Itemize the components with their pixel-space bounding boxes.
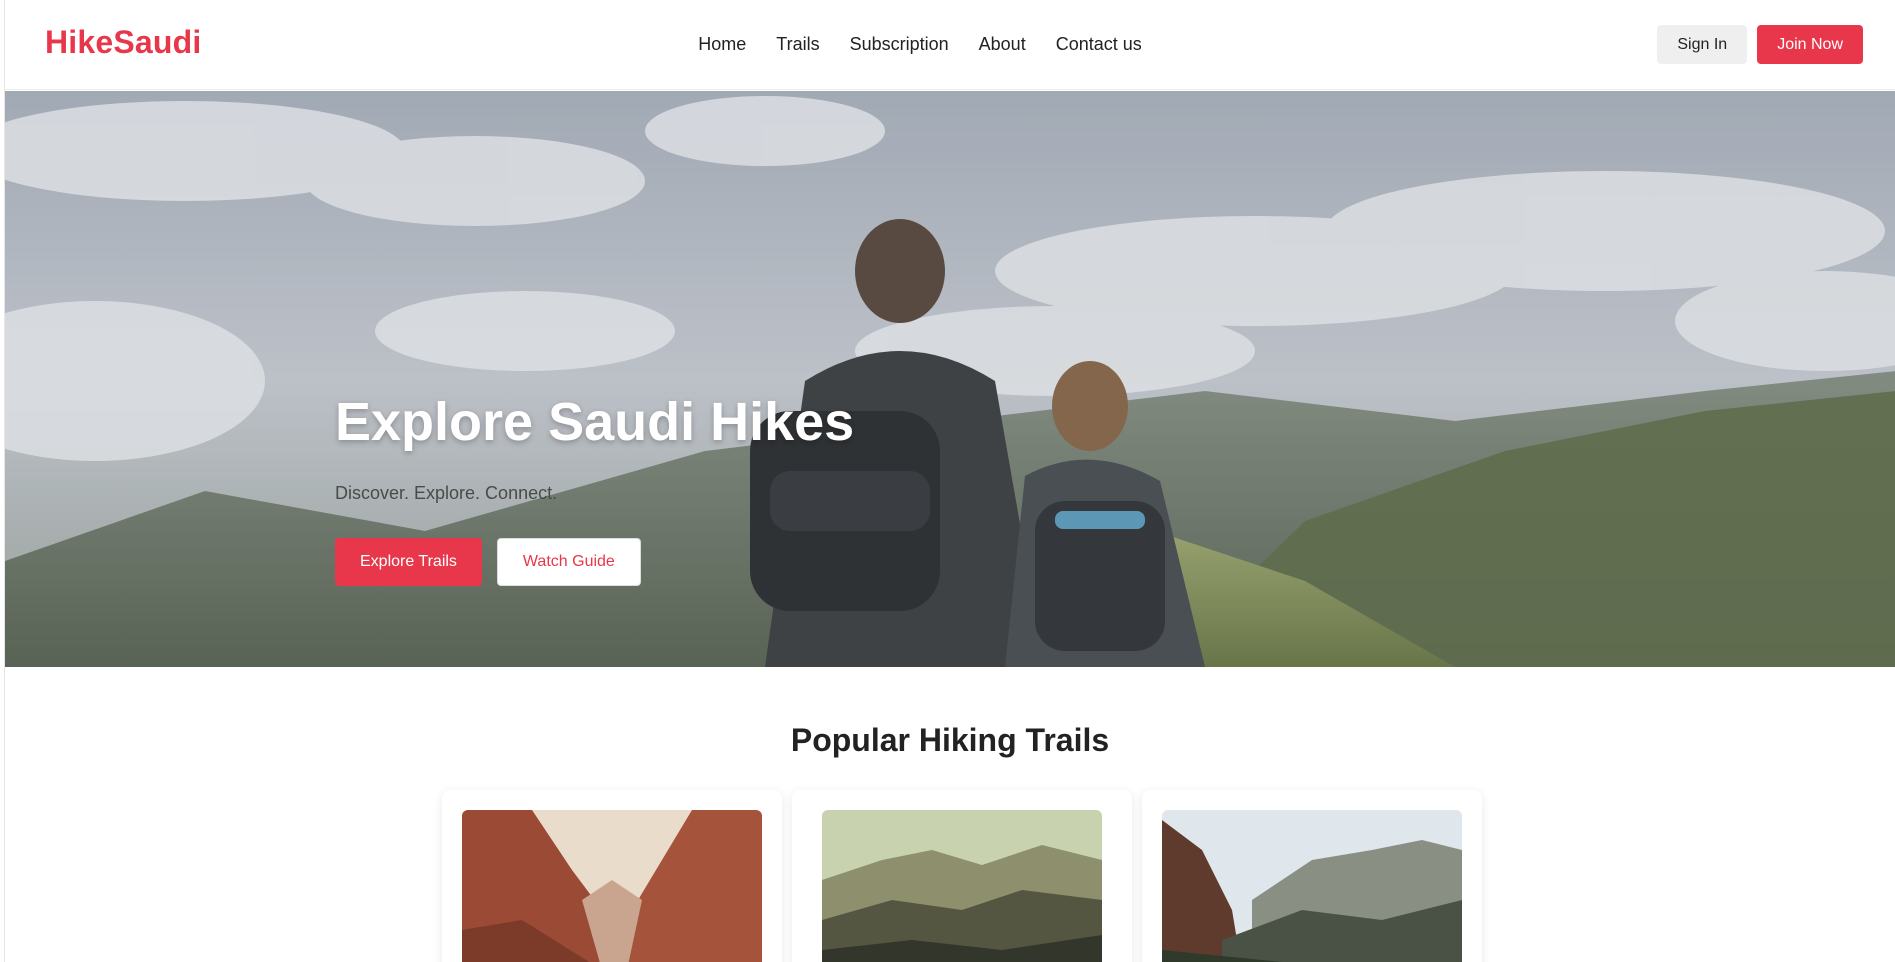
hero-buttons: Explore Trails Watch Guide [335, 538, 854, 586]
hero-title: Explore Saudi Hikes [335, 392, 855, 452]
nav-trails[interactable]: Trails [776, 34, 819, 55]
trail-image-valley [1162, 810, 1462, 962]
header-actions: Sign In Join Now [1657, 25, 1863, 64]
sign-in-button[interactable]: Sign In [1657, 25, 1748, 64]
nav-home[interactable]: Home [698, 34, 746, 55]
trail-card[interactable] [792, 790, 1132, 962]
trail-image-mountains [822, 810, 1102, 962]
hero-background-image [5, 91, 1895, 667]
nav-subscription[interactable]: Subscription [850, 34, 949, 55]
nav-about[interactable]: About [979, 34, 1026, 55]
explore-trails-button[interactable]: Explore Trails [335, 538, 482, 586]
page: HikeSaudi Home Trails Subscription About… [4, 0, 1895, 962]
trail-card[interactable] [442, 790, 782, 962]
trail-card[interactable] [1142, 790, 1482, 962]
main-nav: Home Trails Subscription About Contact u… [5, 34, 1895, 55]
hero-content: Explore Saudi Hikes Discover. Explore. C… [335, 391, 854, 586]
trail-cards [442, 790, 1482, 962]
hero-section: Explore Saudi Hikes Discover. Explore. C… [5, 91, 1895, 667]
nav-contact[interactable]: Contact us [1056, 34, 1142, 55]
watch-guide-button[interactable]: Watch Guide [496, 538, 641, 586]
trails-section-title: Popular Hiking Trails [790, 722, 1110, 758]
join-now-button[interactable]: Join Now [1757, 25, 1863, 64]
site-header: HikeSaudi Home Trails Subscription About… [5, 0, 1895, 90]
hero-subtitle: Discover. Explore. Connect. [335, 483, 558, 503]
trail-image-canyon [462, 810, 762, 962]
